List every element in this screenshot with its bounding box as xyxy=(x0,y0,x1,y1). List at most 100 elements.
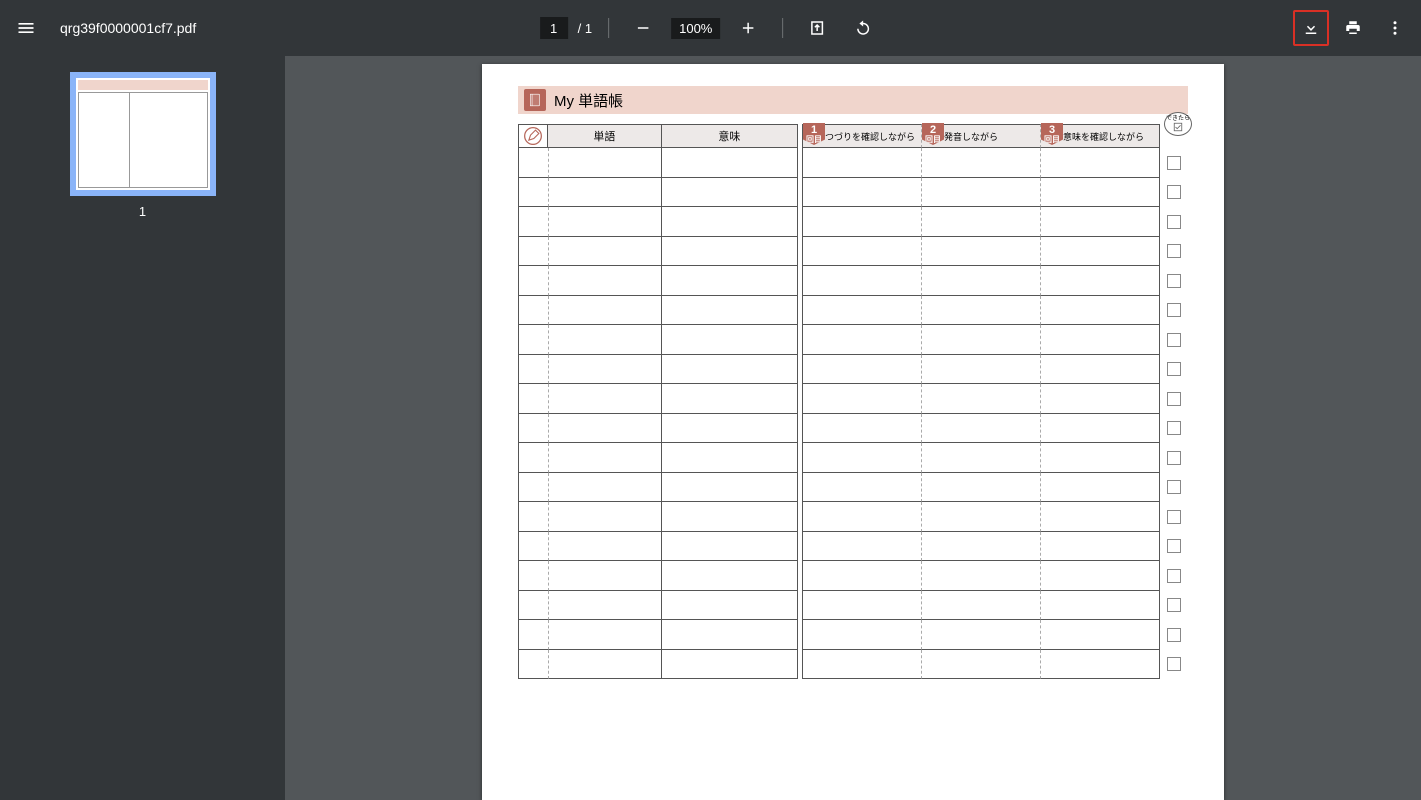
attempt2-cell xyxy=(921,591,1040,621)
attempt1-cell xyxy=(802,207,921,237)
zoom-in-button[interactable] xyxy=(730,10,766,46)
meaning-cell xyxy=(661,502,798,532)
page-thumbnail[interactable] xyxy=(70,72,216,196)
zoom-level[interactable]: 100% xyxy=(671,18,720,39)
meaning-cell xyxy=(661,650,798,680)
attempt2-cell xyxy=(921,266,1040,296)
more-menu-button[interactable] xyxy=(1377,10,1413,46)
attempt3-cell xyxy=(1040,620,1160,650)
vocab-row xyxy=(518,237,798,267)
row-checkbox[interactable] xyxy=(1167,657,1181,671)
check-row xyxy=(1164,296,1184,326)
row-checkbox[interactable] xyxy=(1167,274,1181,288)
check-row xyxy=(1164,502,1184,532)
word-cell xyxy=(548,148,661,178)
row-num-cell xyxy=(518,384,548,414)
attempt3-cell xyxy=(1040,414,1160,444)
row-checkbox[interactable] xyxy=(1167,480,1181,494)
zoom-out-button[interactable] xyxy=(625,10,661,46)
row-num-cell xyxy=(518,473,548,503)
word-cell xyxy=(548,207,661,237)
vocab-row xyxy=(518,650,798,680)
row-checkbox[interactable] xyxy=(1167,215,1181,229)
row-checkbox[interactable] xyxy=(1167,244,1181,258)
word-cell xyxy=(548,502,661,532)
attempt2-cell xyxy=(921,473,1040,503)
vocab-row xyxy=(518,355,798,385)
row-num-cell xyxy=(518,266,548,296)
attempt3-cell xyxy=(1040,355,1160,385)
pdf-viewer[interactable]: My 単語帳 単語 意味 1回目つづりを確認しながら2回目発音しながら3回目意味… xyxy=(285,56,1421,800)
meaning-cell xyxy=(661,532,798,562)
vocab-row xyxy=(518,178,798,208)
row-checkbox[interactable] xyxy=(1167,392,1181,406)
row-checkbox[interactable] xyxy=(1167,156,1181,170)
word-cell xyxy=(548,591,661,621)
attempt2-cell xyxy=(921,414,1040,444)
attempt2-cell xyxy=(921,237,1040,267)
row-checkbox[interactable] xyxy=(1167,185,1181,199)
row-checkbox[interactable] xyxy=(1167,510,1181,524)
fit-page-button[interactable] xyxy=(799,10,835,46)
row-checkbox[interactable] xyxy=(1167,628,1181,642)
row-checkbox[interactable] xyxy=(1167,421,1181,435)
practice-row xyxy=(802,178,1160,208)
row-checkbox[interactable] xyxy=(1167,333,1181,347)
vocab-row xyxy=(518,443,798,473)
pdf-toolbar: qrg39f0000001cf7.pdf / 1 100% xyxy=(0,0,1421,56)
row-num-cell xyxy=(518,296,548,326)
pencil-icon xyxy=(518,124,548,148)
meaning-cell xyxy=(661,561,798,591)
practice-row xyxy=(802,148,1160,178)
row-num-cell xyxy=(518,591,548,621)
attempt3-cell xyxy=(1040,266,1160,296)
practice-row xyxy=(802,532,1160,562)
attempt1-cell xyxy=(802,414,921,444)
row-num-cell xyxy=(518,325,548,355)
attempt3-cell xyxy=(1040,178,1160,208)
print-button[interactable] xyxy=(1335,10,1371,46)
attempt2-cell xyxy=(921,650,1040,680)
toolbar-separator xyxy=(782,18,783,38)
row-num-cell xyxy=(518,148,548,178)
check-row xyxy=(1164,178,1184,208)
attempt1-cell xyxy=(802,443,921,473)
row-checkbox[interactable] xyxy=(1167,539,1181,553)
attempt3-cell xyxy=(1040,325,1160,355)
meaning-cell xyxy=(661,207,798,237)
row-checkbox[interactable] xyxy=(1167,362,1181,376)
page-number-input[interactable] xyxy=(540,17,568,39)
attempt3-cell xyxy=(1040,443,1160,473)
attempt1-cell xyxy=(802,473,921,503)
practice-right-table: 1回目つづりを確認しながら2回目発音しながら3回目意味を確認しながら xyxy=(802,124,1160,679)
attempt2-cell xyxy=(921,207,1040,237)
practice-row xyxy=(802,443,1160,473)
attempt3-cell xyxy=(1040,296,1160,326)
check-row xyxy=(1164,473,1184,503)
attempt1-cell xyxy=(802,532,921,562)
check-row xyxy=(1164,237,1184,267)
attempt1-cell xyxy=(802,620,921,650)
check-row xyxy=(1164,266,1184,296)
download-button[interactable] xyxy=(1293,10,1329,46)
check-row xyxy=(1164,591,1184,621)
vocab-row xyxy=(518,620,798,650)
row-checkbox[interactable] xyxy=(1167,451,1181,465)
attempt3-cell xyxy=(1040,532,1160,562)
thumbnail-page-label: 1 xyxy=(139,204,146,219)
attempt1-cell xyxy=(802,148,921,178)
file-name: qrg39f0000001cf7.pdf xyxy=(60,20,196,36)
menu-icon[interactable] xyxy=(8,10,44,46)
header-word: 単語 xyxy=(548,124,662,148)
word-cell xyxy=(548,414,661,444)
row-checkbox[interactable] xyxy=(1167,303,1181,317)
toolbar-separator xyxy=(608,18,609,38)
vocab-row xyxy=(518,296,798,326)
row-num-cell xyxy=(518,355,548,385)
row-checkbox[interactable] xyxy=(1167,598,1181,612)
meaning-cell xyxy=(661,620,798,650)
check-row xyxy=(1164,148,1184,178)
rotate-button[interactable] xyxy=(845,10,881,46)
attempt2-cell xyxy=(921,532,1040,562)
row-checkbox[interactable] xyxy=(1167,569,1181,583)
